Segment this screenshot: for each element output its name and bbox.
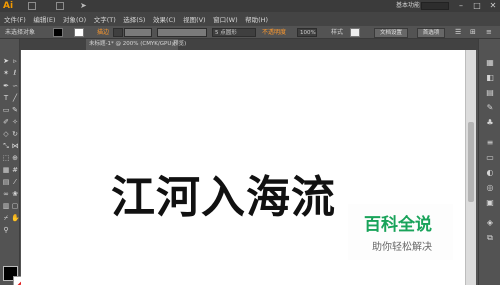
close-tab-icon[interactable]: × [171, 39, 176, 50]
eyedropper-tool-icon[interactable]: ⁄ [11, 178, 19, 186]
variable-width-profile[interactable] [157, 28, 207, 37]
graphic-styles-icon[interactable]: ▣ [485, 199, 495, 207]
panel-menu-icon[interactable]: ≡ [486, 28, 492, 37]
minimize-button[interactable]: – [453, 0, 469, 12]
shape-builder-tool-icon[interactable]: ⊕ [11, 154, 19, 162]
type-tool-icon[interactable]: T [2, 94, 10, 102]
gradient-tool-icon[interactable]: ▤ [2, 178, 10, 186]
swatches-icon[interactable]: ▤ [485, 89, 495, 97]
stroke-label[interactable]: 描边 [97, 28, 109, 37]
title-bar: Ai ➤ 基本功能 – □ ✕ [0, 0, 500, 12]
line-tool-icon[interactable]: ╱ [11, 94, 19, 102]
vertical-scrollbar[interactable] [465, 50, 476, 285]
brush-definition[interactable]: 5 点圆形 [212, 28, 256, 37]
menu-edit[interactable]: 编辑(E) [33, 14, 55, 24]
stroke-weight-stepper[interactable] [113, 28, 123, 37]
send-icon[interactable]: ➤ [80, 2, 88, 10]
mesh-tool-icon[interactable]: # [11, 166, 19, 174]
column-graph-tool-icon[interactable]: ▥ [2, 202, 10, 210]
pen-tool-icon[interactable]: ✒ [2, 82, 10, 90]
right-panel-dock: ▦ ◧ ▤ ✎ ♣ ≡ ▭ ◐ ◎ ▣ ◈ ⧉ [478, 39, 500, 285]
transparency-icon[interactable]: ◐ [485, 169, 495, 177]
tools-panel: ➤ ▹ ✶ ℓ ✒ ∽ T ╱ ▭ ✎ ✐ ✧ ◇ ↻ ⤡ ⋈ ⬚ ⊕ ▦ # … [0, 39, 26, 285]
scrollbar-thumb[interactable] [468, 122, 474, 202]
curvature-tool-icon[interactable]: ∽ [11, 82, 19, 90]
menu-file[interactable]: 文件(F) [4, 14, 26, 24]
color-guide-icon[interactable]: ◧ [485, 74, 495, 82]
shaper-tool-icon[interactable]: ✧ [11, 118, 19, 126]
menu-view[interactable]: 视图(V) [183, 14, 206, 24]
magic-wand-tool-icon[interactable]: ✶ [2, 69, 10, 77]
control-bar: 未选择对象 描边 5 点圆形 不透明度 100% 样式 文档设置 首选项 ☰ ⊞… [0, 25, 500, 39]
menu-type[interactable]: 文字(T) [94, 14, 116, 24]
rectangle-tool-icon[interactable]: ▭ [2, 106, 10, 114]
brushes-icon[interactable]: ✎ [485, 104, 495, 112]
opacity-label[interactable]: 不透明度 [262, 28, 286, 37]
maximize-button[interactable]: □ [469, 0, 485, 12]
close-button[interactable]: ✕ [485, 0, 500, 12]
paintbrush-tool-icon[interactable]: ✎ [11, 106, 19, 114]
none-slash-icon [82, 35, 83, 36]
zoom-tool-icon[interactable]: ⚲ [2, 226, 10, 234]
app-logo: Ai [3, 1, 14, 11]
align-icon[interactable]: ☰ [455, 28, 461, 37]
eraser-tool-icon[interactable]: ◇ [2, 130, 10, 138]
artwork-text[interactable]: 江河入海流 [111, 174, 336, 222]
style-label: 样式 [331, 29, 344, 36]
rotate-tool-icon[interactable]: ↻ [11, 130, 19, 138]
transform-icon[interactable]: ⊞ [470, 28, 476, 37]
watermark-title: 百科全说 [364, 215, 432, 235]
free-transform-tool-icon[interactable]: ⬚ [2, 154, 10, 162]
graphic-style-swatch[interactable] [350, 28, 360, 37]
menu-help[interactable]: 帮助(H) [245, 14, 268, 24]
menu-effect[interactable]: 效果(C) [153, 14, 176, 24]
artboards-panel-icon[interactable]: ⧉ [485, 234, 495, 242]
search-input[interactable] [421, 2, 449, 10]
pencil-tool-icon[interactable]: ✐ [2, 118, 10, 126]
menu-object[interactable]: 对象(O) [63, 14, 86, 24]
scale-tool-icon[interactable]: ⤡ [2, 142, 10, 150]
watermark: 百科全说 助你轻松解决 [348, 204, 453, 260]
menu-bar: 文件(F) 编辑(E) 对象(O) 文字(T) 选择(S) 效果(C) 视图(V… [0, 12, 500, 25]
watermark-subtitle: 助你轻松解决 [372, 242, 432, 253]
menu-select[interactable]: 选择(S) [123, 14, 145, 24]
color-panel-icon[interactable]: ▦ [485, 59, 495, 67]
preferences-button[interactable]: 首选项 [417, 28, 445, 38]
layers-icon[interactable]: ◈ [485, 219, 495, 227]
arrange-documents-icon[interactable] [56, 2, 64, 10]
perspective-grid-tool-icon[interactable]: ▦ [2, 166, 10, 174]
symbol-sprayer-tool-icon[interactable]: ❀ [11, 190, 19, 198]
artboard-tool-icon[interactable]: ▢ [11, 202, 19, 210]
appearance-icon[interactable]: ◎ [485, 184, 495, 192]
document-setup-button[interactable]: 文档设置 [374, 28, 408, 38]
document-tab-strip: 未标题-1* @ 200% (CMYK/GPU 预览) × [20, 39, 480, 50]
slice-tool-icon[interactable]: ⌿ [2, 214, 10, 222]
workspace-switcher[interactable]: 基本功能 [396, 1, 420, 11]
stroke-weight-field[interactable] [124, 28, 152, 37]
stroke-swatch[interactable] [74, 28, 84, 37]
stroke-panel-icon[interactable]: ≡ [485, 139, 495, 147]
fill-swatch[interactable] [53, 28, 63, 37]
menu-window[interactable]: 窗口(W) [213, 14, 238, 24]
selection-status: 未选择对象 [5, 29, 36, 36]
selection-tool-icon[interactable]: ➤ [2, 57, 10, 65]
hand-tool-icon[interactable]: ✋ [11, 214, 20, 222]
gradient-panel-icon[interactable]: ▭ [485, 154, 495, 162]
lasso-tool-icon[interactable]: ℓ [11, 69, 19, 77]
symbols-icon[interactable]: ♣ [485, 119, 495, 127]
direct-selection-tool-icon[interactable]: ▹ [11, 57, 19, 65]
bridge-icon[interactable] [28, 2, 36, 10]
width-tool-icon[interactable]: ⋈ [11, 142, 19, 150]
document-tab[interactable]: 未标题-1* @ 200% (CMYK/GPU 预览) × [86, 39, 186, 50]
opacity-field[interactable]: 100% [297, 28, 317, 37]
blend-tool-icon[interactable]: ∞ [2, 190, 10, 198]
